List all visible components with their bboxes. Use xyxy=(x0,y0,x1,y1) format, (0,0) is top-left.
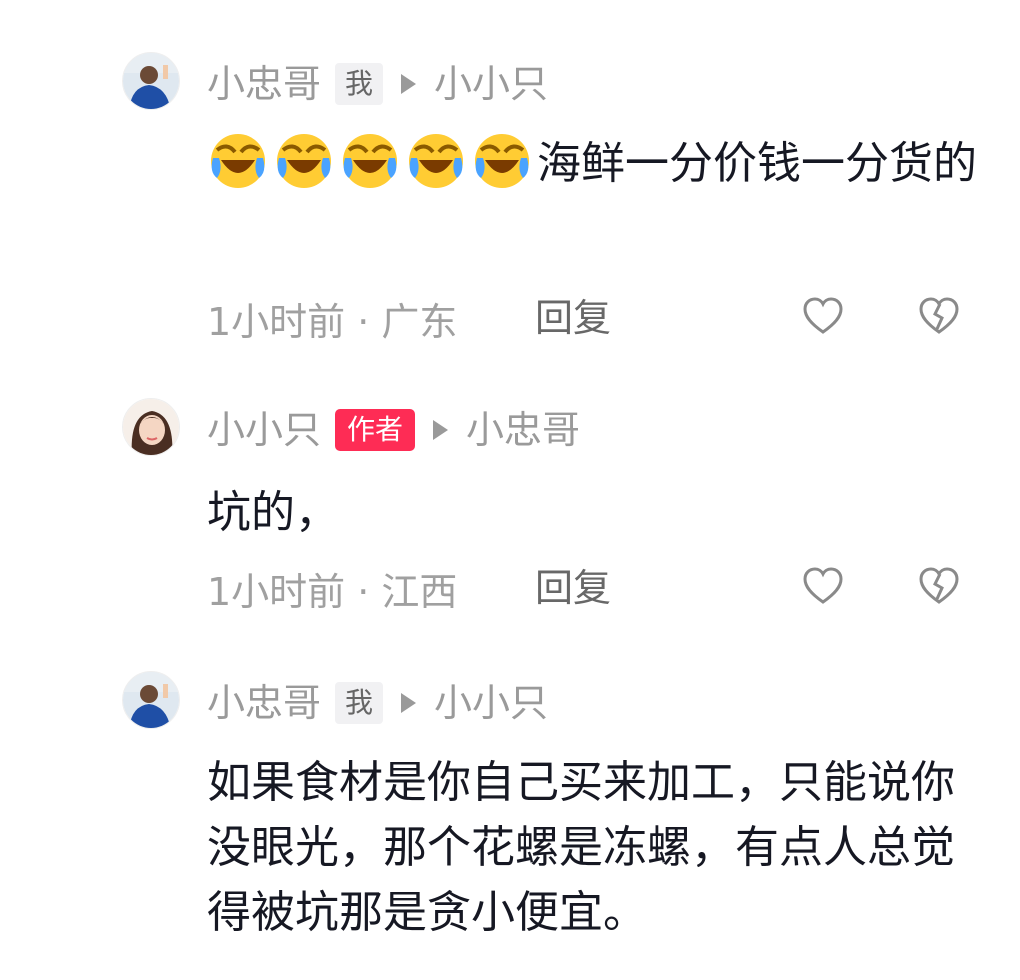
comment-text-content: 海鲜一分价钱一分货的 xyxy=(537,138,977,189)
reply-to-username[interactable]: 小小只 xyxy=(434,59,548,109)
broken-heart-icon[interactable] xyxy=(918,566,960,606)
reply-to-username[interactable]: 小忠哥 xyxy=(466,405,580,455)
avatar[interactable] xyxy=(122,398,180,456)
comment-text: 如果食材是你自己买来加工，只能说你没眼光，那个花螺是冻螺，有点人总觉得被坑那是贪… xyxy=(207,757,955,938)
emoji-row xyxy=(207,134,537,189)
play-triangle-icon xyxy=(433,420,449,440)
comment-header: 小忠哥 我 小小只 xyxy=(207,59,548,109)
play-triangle-icon xyxy=(401,693,417,713)
comment-text: 坑的， xyxy=(207,487,339,538)
laughing-crying-emoji-icon xyxy=(343,134,397,188)
username[interactable]: 小忠哥 xyxy=(207,678,321,728)
username[interactable]: 小忠哥 xyxy=(207,59,321,109)
me-badge: 我 xyxy=(335,682,384,724)
username[interactable]: 小小只 xyxy=(207,405,321,455)
heart-outline-icon[interactable] xyxy=(802,296,844,336)
comment-meta: 1小时前 · 广东 xyxy=(207,299,458,344)
avatar[interactable] xyxy=(122,671,180,729)
comment-header: 小忠哥 我 小小只 xyxy=(207,678,548,728)
avatar[interactable] xyxy=(122,52,180,110)
comment-header: 小小只 作者 小忠哥 xyxy=(207,405,580,455)
laughing-crying-emoji-icon xyxy=(409,134,463,188)
comment-text: 海鲜一分价钱一分货的 xyxy=(207,128,977,196)
broken-heart-icon[interactable] xyxy=(918,296,960,336)
reply-to-username[interactable]: 小小只 xyxy=(434,678,548,728)
laughing-crying-emoji-icon xyxy=(277,134,331,188)
author-badge: 作者 xyxy=(335,409,416,451)
comment-meta: 1小时前 · 江西 xyxy=(207,569,458,614)
reply-button[interactable]: 回复 xyxy=(535,563,611,613)
reply-button[interactable]: 回复 xyxy=(535,293,611,343)
laughing-crying-emoji-icon xyxy=(211,134,265,188)
play-triangle-icon xyxy=(401,74,417,94)
laughing-crying-emoji-icon xyxy=(475,134,529,188)
heart-outline-icon[interactable] xyxy=(802,566,844,606)
me-badge: 我 xyxy=(335,63,384,105)
